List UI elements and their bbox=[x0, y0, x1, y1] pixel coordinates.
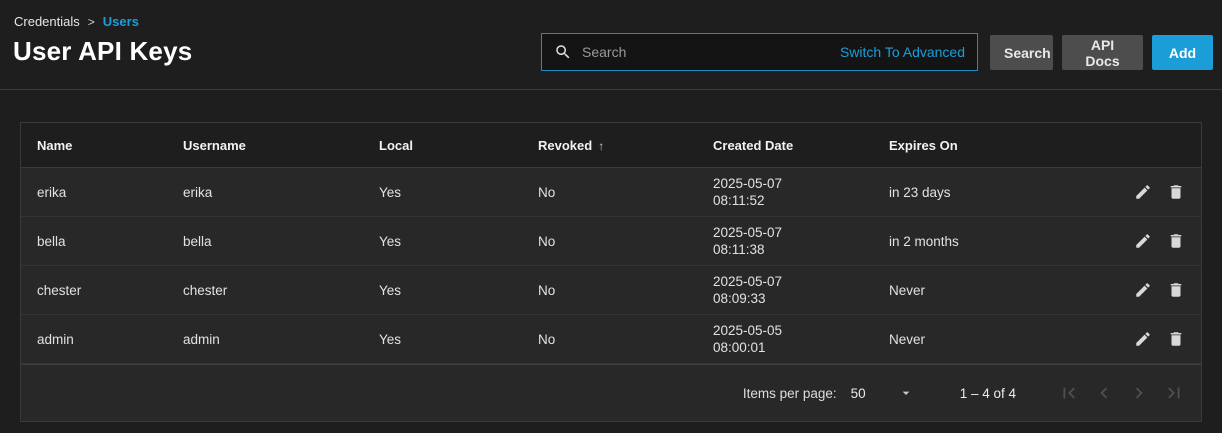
row-actions bbox=[1101, 183, 1185, 201]
table-row: chester chester Yes No 2025-05-07 08:09:… bbox=[21, 266, 1201, 315]
breadcrumb-users[interactable]: Users bbox=[103, 14, 139, 29]
previous-page-button[interactable] bbox=[1093, 382, 1115, 404]
edit-button[interactable] bbox=[1134, 330, 1152, 348]
cell-name: bella bbox=[37, 234, 183, 249]
cell-name: chester bbox=[37, 283, 183, 298]
cell-revoked: No bbox=[538, 185, 713, 200]
row-actions bbox=[1101, 330, 1185, 348]
api-docs-button[interactable]: API Docs bbox=[1062, 35, 1143, 70]
created-time: 08:09:33 bbox=[713, 290, 889, 307]
edit-button[interactable] bbox=[1134, 183, 1152, 201]
row-actions bbox=[1101, 232, 1185, 250]
items-per-page-label: Items per page: bbox=[743, 386, 837, 401]
table-row: bella bella Yes No 2025-05-07 08:11:38 i… bbox=[21, 217, 1201, 266]
column-header-created-date[interactable]: Created Date bbox=[713, 138, 889, 153]
cell-revoked: No bbox=[538, 234, 713, 249]
page-header: Credentials > Users User API Keys Switch… bbox=[0, 0, 1222, 90]
next-page-button[interactable] bbox=[1128, 382, 1150, 404]
pagination-range: 1 – 4 of 4 bbox=[960, 386, 1016, 401]
last-page-button[interactable] bbox=[1163, 382, 1185, 404]
row-actions bbox=[1101, 281, 1185, 299]
dropdown-caret-icon bbox=[898, 385, 914, 401]
column-header-revoked-label: Revoked bbox=[538, 138, 592, 153]
search-box[interactable]: Switch To Advanced bbox=[541, 33, 978, 71]
table-footer: Items per page: 50 1 – 4 of 4 bbox=[21, 364, 1201, 421]
items-per-page-value: 50 bbox=[851, 386, 866, 401]
cell-name: erika bbox=[37, 185, 183, 200]
delete-button[interactable] bbox=[1167, 281, 1185, 299]
created-time: 08:11:52 bbox=[713, 192, 889, 209]
cell-expires-on: in 2 months bbox=[889, 234, 1101, 249]
edit-button[interactable] bbox=[1134, 232, 1152, 250]
table-row: erika erika Yes No 2025-05-07 08:11:52 i… bbox=[21, 168, 1201, 217]
search-input[interactable] bbox=[582, 44, 840, 60]
created-date: 2025-05-07 bbox=[713, 175, 889, 192]
edit-button[interactable] bbox=[1134, 281, 1152, 299]
column-header-username[interactable]: Username bbox=[183, 138, 379, 153]
cell-name: admin bbox=[37, 332, 183, 347]
breadcrumb: Credentials > Users bbox=[14, 14, 139, 29]
table-row: admin admin Yes No 2025-05-05 08:00:01 N… bbox=[21, 315, 1201, 364]
cell-revoked: No bbox=[538, 332, 713, 347]
items-per-page-select[interactable]: 50 bbox=[851, 385, 914, 401]
cell-revoked: No bbox=[538, 283, 713, 298]
sort-ascending-icon: ↑ bbox=[598, 139, 604, 153]
column-header-revoked[interactable]: Revoked ↑ bbox=[538, 138, 713, 153]
cell-created-date: 2025-05-05 08:00:01 bbox=[713, 322, 889, 356]
switch-to-advanced-link[interactable]: Switch To Advanced bbox=[840, 44, 965, 60]
user-api-keys-table: Name Username Local Revoked ↑ Created Dat… bbox=[20, 122, 1202, 422]
first-page-button[interactable] bbox=[1058, 382, 1080, 404]
delete-button[interactable] bbox=[1167, 232, 1185, 250]
delete-button[interactable] bbox=[1167, 330, 1185, 348]
cell-local: Yes bbox=[379, 234, 538, 249]
cell-local: Yes bbox=[379, 185, 538, 200]
cell-expires-on: Never bbox=[889, 283, 1101, 298]
cell-created-date: 2025-05-07 08:11:52 bbox=[713, 175, 889, 209]
created-date: 2025-05-05 bbox=[713, 322, 889, 339]
column-header-local[interactable]: Local bbox=[379, 138, 538, 153]
cell-expires-on: in 23 days bbox=[889, 185, 1101, 200]
cell-local: Yes bbox=[379, 332, 538, 347]
created-date: 2025-05-07 bbox=[713, 273, 889, 290]
cell-expires-on: Never bbox=[889, 332, 1101, 347]
column-header-name[interactable]: Name bbox=[37, 138, 183, 153]
cell-created-date: 2025-05-07 08:09:33 bbox=[713, 273, 889, 307]
breadcrumb-separator: > bbox=[88, 15, 95, 29]
created-time: 08:11:38 bbox=[713, 241, 889, 258]
table-header-row: Name Username Local Revoked ↑ Created Dat… bbox=[21, 123, 1201, 168]
add-button[interactable]: Add bbox=[1152, 35, 1213, 70]
created-time: 08:00:01 bbox=[713, 339, 889, 356]
header-divider bbox=[0, 89, 1222, 90]
search-button[interactable]: Search bbox=[990, 35, 1053, 70]
created-date: 2025-05-07 bbox=[713, 224, 889, 241]
cell-username: bella bbox=[183, 234, 379, 249]
cell-username: chester bbox=[183, 283, 379, 298]
page-title: User API Keys bbox=[13, 36, 192, 67]
cell-local: Yes bbox=[379, 283, 538, 298]
delete-button[interactable] bbox=[1167, 183, 1185, 201]
pagination-controls bbox=[1058, 382, 1185, 404]
breadcrumb-credentials[interactable]: Credentials bbox=[14, 14, 80, 29]
cell-created-date: 2025-05-07 08:11:38 bbox=[713, 224, 889, 258]
search-icon bbox=[554, 43, 572, 61]
column-header-expires-on[interactable]: Expires On bbox=[889, 138, 1101, 153]
cell-username: admin bbox=[183, 332, 379, 347]
cell-username: erika bbox=[183, 185, 379, 200]
